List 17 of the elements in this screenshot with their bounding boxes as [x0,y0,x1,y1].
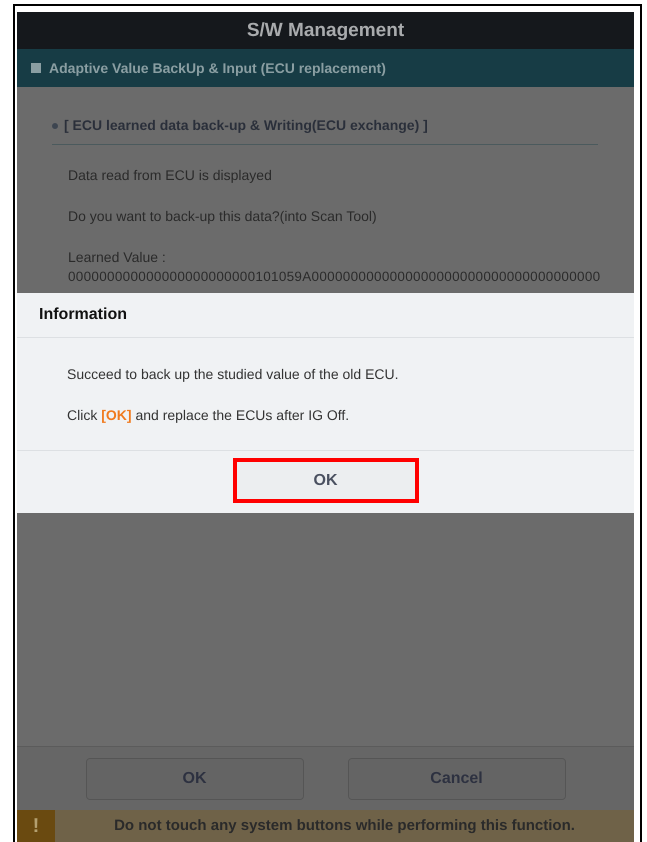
dialog-button[interactable]: Cancel [348,758,566,800]
dialog-button[interactable]: OK [86,758,304,800]
info-text: Learned Value : [68,248,167,267]
learned-value-text: 000000000000000000000000101059A0000000000000000000000000000000000000 [68,269,602,286]
bullet-icon [52,122,58,128]
info-text: Do you want to back-up this data?(into Scan Tool) [68,207,378,226]
dialog-title: Information [17,293,634,338]
info-text: Data read from ECU is displayed [68,166,273,185]
ok-button[interactable]: OK [232,458,418,503]
dialog-message: Succeed to back up the studied value of the old ECU. [67,365,400,384]
warning-text: Do not touch any system buttons while performing this function. [113,816,576,836]
warning-icon: ! [17,810,55,842]
square-icon [31,63,41,73]
window-title: S/W Management [17,12,634,49]
section-heading: [ ECU learned data back-up & Writing(ECU exchange) ] [64,116,428,135]
section-title: Adaptive Value BackUp & Input (ECU replacement) [49,58,386,78]
dialog-message: Click [OK] and replace the ECUs after IG Off. [67,406,350,425]
